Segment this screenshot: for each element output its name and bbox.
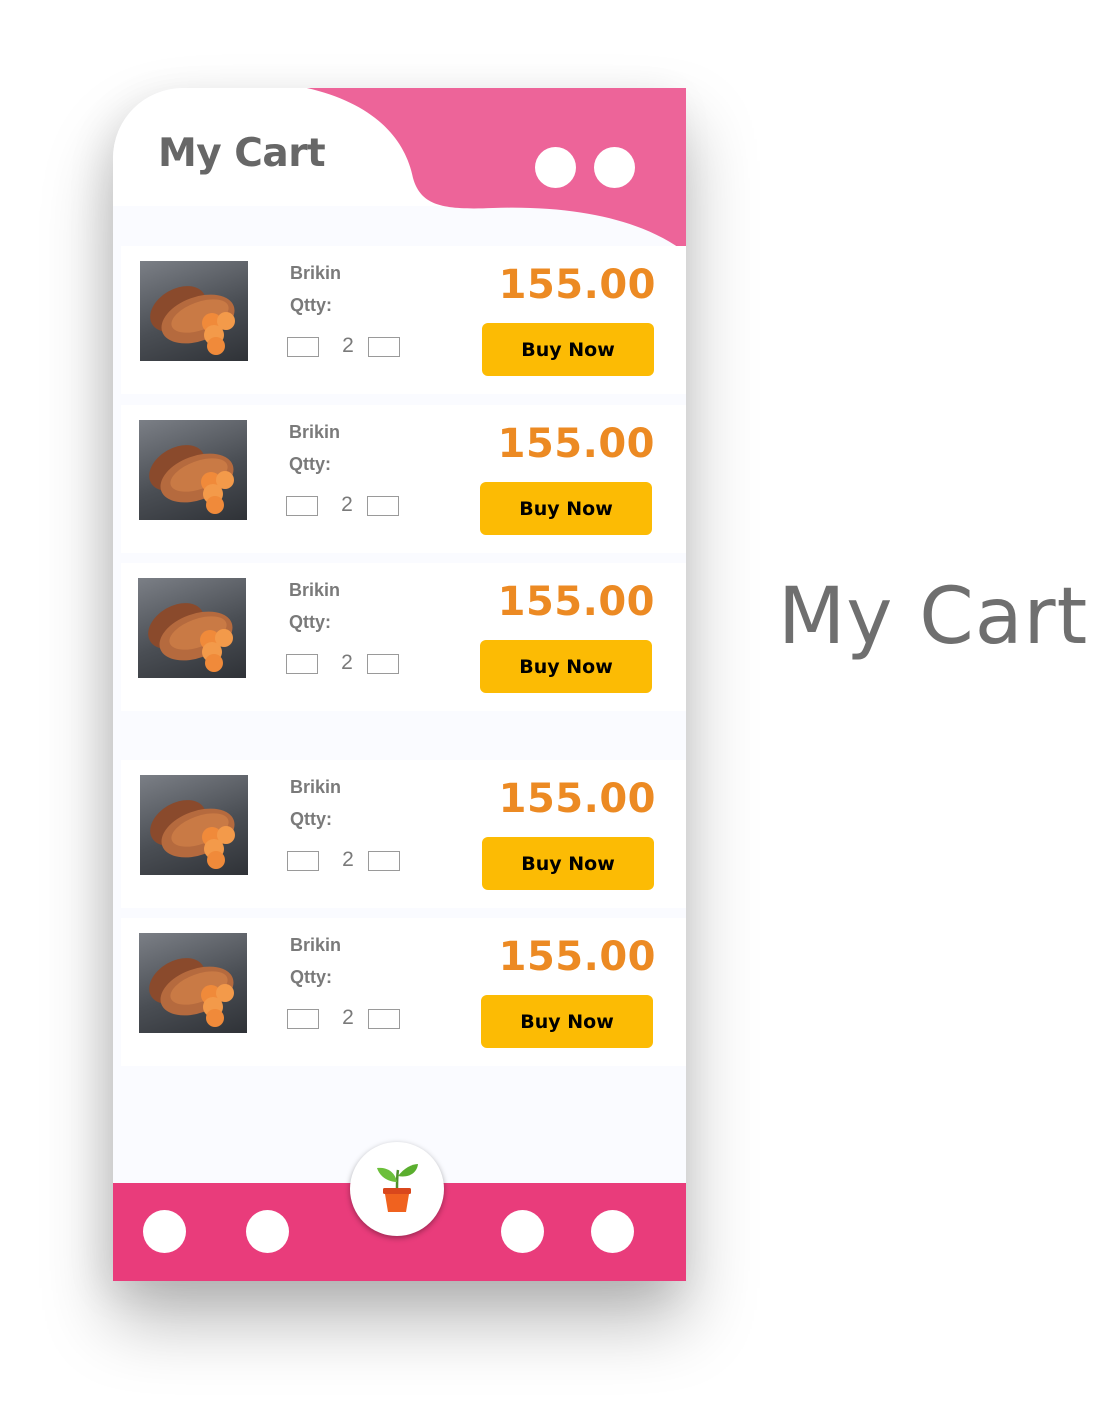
quantity-increase-button[interactable]	[367, 654, 399, 674]
quantity-value: 2	[342, 848, 354, 871]
nav-button-1[interactable]	[143, 1210, 186, 1253]
quantity-label: Qtty:	[289, 612, 331, 632]
product-image	[140, 775, 248, 875]
quantity-increase-button[interactable]	[368, 1009, 400, 1029]
quantity-decrease-button[interactable]	[286, 654, 318, 674]
header-menu-button-1[interactable]	[535, 147, 576, 188]
cart-item: Brikin Qtty: 2 155.00 Buy Now	[121, 918, 686, 1066]
nav-button-2[interactable]	[246, 1210, 289, 1253]
side-caption: My Cart	[778, 572, 1089, 662]
nav-button-4[interactable]	[591, 1210, 634, 1253]
quantity-decrease-button[interactable]	[286, 496, 318, 516]
quantity-increase-button[interactable]	[368, 337, 400, 357]
quantity-label: Qtty:	[290, 809, 332, 829]
plant-pot-icon	[374, 1160, 420, 1219]
product-name: Brikin	[290, 777, 342, 797]
quantity-increase-button[interactable]	[368, 851, 400, 871]
center-action-button[interactable]	[350, 1142, 444, 1236]
product-image	[139, 420, 247, 520]
quantity-value: 2	[342, 334, 354, 357]
quantity-decrease-button[interactable]	[287, 337, 319, 357]
cart-item: Brikin Qtty: 2 155.00 Buy Now	[121, 563, 686, 711]
product-image	[140, 261, 248, 361]
nav-button-3[interactable]	[501, 1210, 544, 1253]
quantity-label: Qtty:	[289, 454, 331, 474]
quantity-decrease-button[interactable]	[287, 851, 319, 871]
buy-now-button[interactable]: Buy Now	[482, 323, 654, 376]
buy-now-button[interactable]: Buy Now	[481, 995, 653, 1048]
product-price: 155.00	[498, 934, 656, 980]
product-price: 155.00	[498, 776, 656, 822]
quantity-value: 2	[341, 651, 353, 674]
cart-item: Brikin Qtty: 2 155.00 Buy Now	[121, 760, 686, 908]
product-image	[138, 578, 246, 678]
header-menu-button-2[interactable]	[594, 147, 635, 188]
product-name: Brikin	[289, 422, 341, 442]
buy-now-button[interactable]: Buy Now	[480, 640, 652, 693]
product-price: 155.00	[497, 421, 655, 467]
quantity-label: Qtty:	[290, 295, 332, 315]
product-image	[139, 933, 247, 1033]
product-name: Brikin	[290, 935, 342, 955]
product-price: 155.00	[497, 579, 655, 625]
phone-frame: My Cart Brikin Qtty: 2 155.00 Buy Now Br…	[113, 88, 686, 1281]
page-title: My Cart	[158, 131, 326, 176]
quantity-increase-button[interactable]	[367, 496, 399, 516]
buy-now-button[interactable]: Buy Now	[480, 482, 652, 535]
cart-item: Brikin Qtty: 2 155.00 Buy Now	[121, 246, 686, 394]
product-price: 155.00	[498, 262, 656, 308]
product-name: Brikin	[290, 263, 342, 283]
quantity-value: 2	[341, 493, 353, 516]
cart-item: Brikin Qtty: 2 155.00 Buy Now	[121, 405, 686, 553]
quantity-value: 2	[342, 1006, 354, 1029]
buy-now-button[interactable]: Buy Now	[482, 837, 654, 890]
quantity-label: Qtty:	[290, 967, 332, 987]
quantity-decrease-button[interactable]	[287, 1009, 319, 1029]
product-name: Brikin	[289, 580, 341, 600]
